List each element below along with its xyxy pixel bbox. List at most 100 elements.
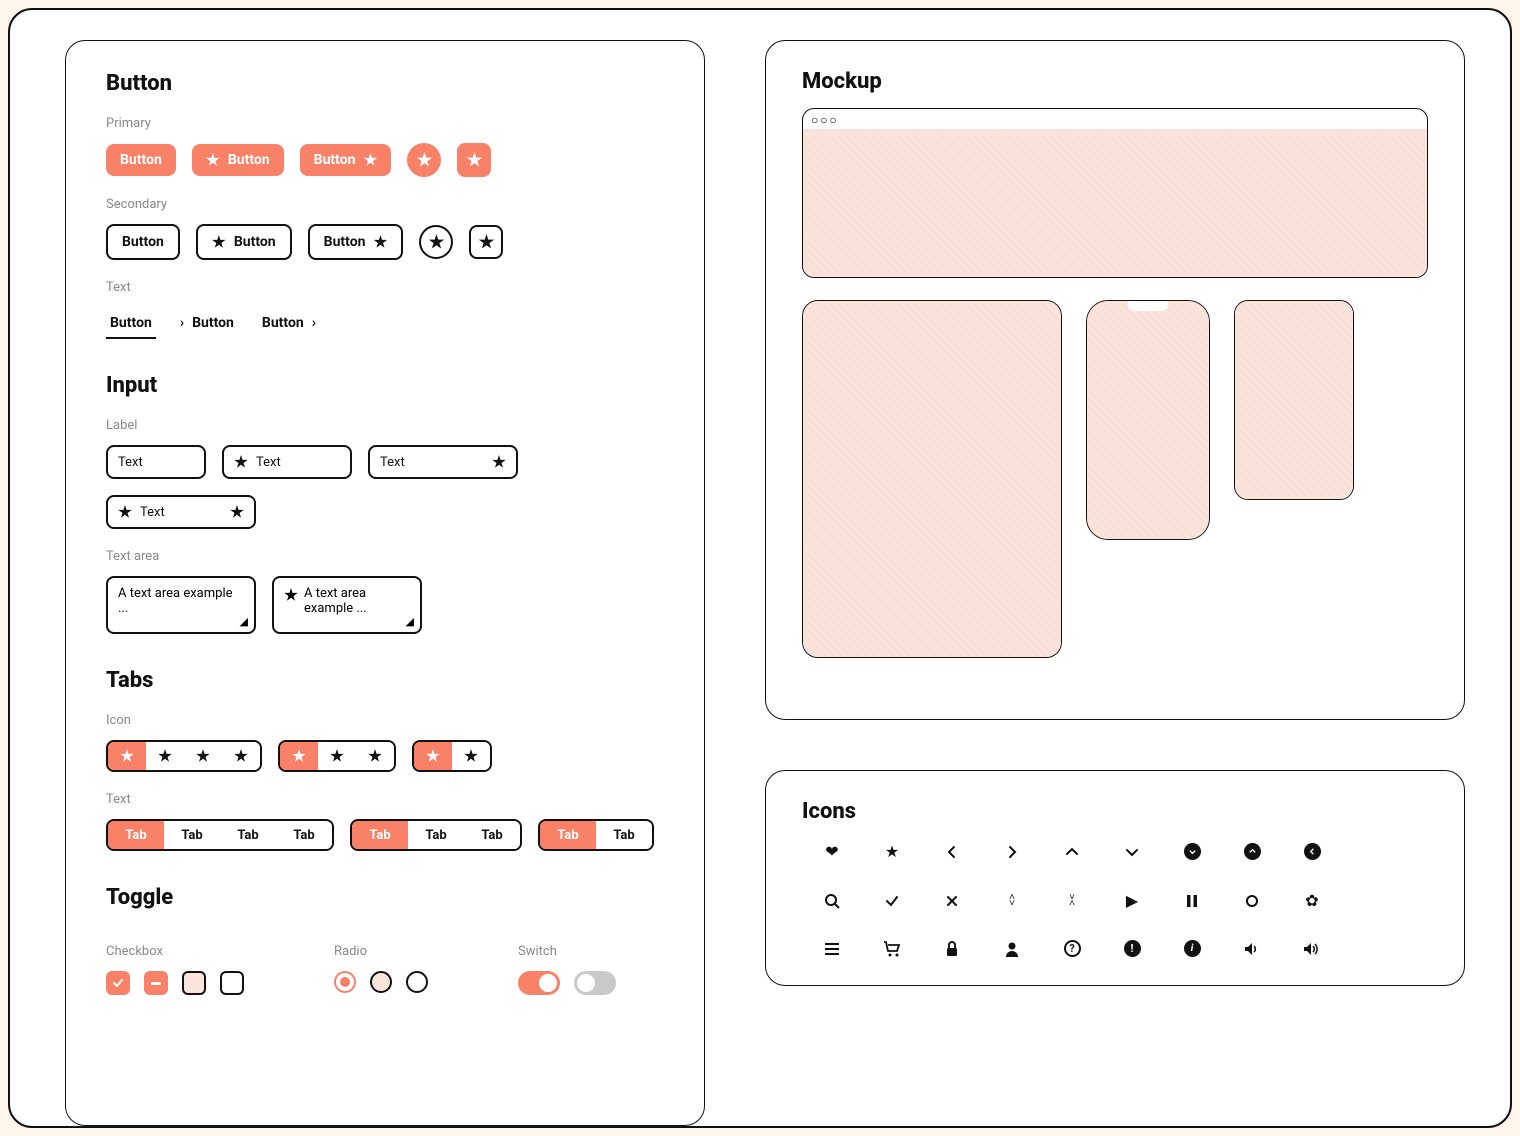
button-label: Button xyxy=(234,234,276,250)
button-label: Button xyxy=(122,234,164,250)
right-column: Mockup ○○○ Icons ❤ ★ xyxy=(765,40,1465,1126)
star-icon xyxy=(363,153,377,167)
star-icon xyxy=(466,152,482,168)
text-tabs-3: Tab Tab Tab xyxy=(350,819,522,851)
tab-text[interactable]: Tab xyxy=(596,821,652,849)
primary-label: Primary xyxy=(106,116,664,131)
toggle-section-title: Toggle xyxy=(106,885,664,910)
text-input-icon-both[interactable]: Text xyxy=(106,495,256,529)
secondary-button[interactable]: Button xyxy=(106,224,180,260)
tab-icon-active[interactable] xyxy=(414,742,452,770)
button-label: Button xyxy=(262,315,304,331)
radio-dot-icon xyxy=(340,977,350,987)
star-icon xyxy=(158,749,172,763)
tab-icon[interactable] xyxy=(184,742,222,770)
input-value: Text xyxy=(140,505,165,520)
browser-traffic-lights-icon: ○○○ xyxy=(803,109,1427,129)
star-icon xyxy=(492,455,506,469)
tab-label: Tab xyxy=(425,828,446,843)
tab-label: Tab xyxy=(369,828,390,843)
tab-text-active[interactable]: Tab xyxy=(108,821,164,849)
switch-on[interactable] xyxy=(518,971,560,995)
tab-text[interactable]: Tab xyxy=(220,821,276,849)
gear-icon: ✿ xyxy=(1282,891,1342,910)
tab-icon[interactable] xyxy=(452,742,490,770)
record-icon xyxy=(1222,891,1282,910)
tab-text[interactable]: Tab xyxy=(276,821,332,849)
tab-icon[interactable] xyxy=(146,742,184,770)
switch-knob xyxy=(577,974,595,992)
textarea-with-icon[interactable]: A text area example ... ◢ xyxy=(272,576,422,634)
primary-icon-button-circle[interactable] xyxy=(407,143,441,177)
star-icon xyxy=(234,749,248,763)
text-input-icon-right[interactable]: Text xyxy=(368,445,518,479)
radio-selected[interactable] xyxy=(334,971,356,993)
tab-label: Tab xyxy=(125,828,146,843)
radio-label: Radio xyxy=(334,944,428,959)
button-label: Button xyxy=(228,152,270,168)
icon-tabs-4 xyxy=(106,740,262,772)
star-icon xyxy=(373,235,387,249)
secondary-button-icon-right[interactable]: Button xyxy=(308,224,404,260)
textarea-label: Text area xyxy=(106,549,664,564)
star-icon xyxy=(196,749,210,763)
tab-label: Tab xyxy=(237,828,258,843)
button-label: Button xyxy=(120,152,162,168)
secondary-button-icon-left[interactable]: Button xyxy=(196,224,292,260)
volume-icon xyxy=(1222,940,1282,957)
circle-chevron-up-icon xyxy=(1222,842,1282,861)
tab-label: Tab xyxy=(293,828,314,843)
secondary-icon-button-circle[interactable] xyxy=(419,225,453,259)
tab-icon[interactable] xyxy=(356,742,394,770)
secondary-icon-button-square[interactable] xyxy=(469,225,503,259)
text-input-icon-left[interactable]: Text xyxy=(222,445,352,479)
user-icon xyxy=(982,940,1042,957)
tab-text[interactable]: Tab xyxy=(464,821,520,849)
text-button-label: Text xyxy=(106,280,664,295)
checkbox-checked[interactable] xyxy=(106,971,130,995)
input-section-title: Input xyxy=(106,373,664,398)
primary-button[interactable]: Button xyxy=(106,144,176,176)
text-button-icon-left[interactable]: ›Button xyxy=(176,307,238,339)
switch-off[interactable] xyxy=(574,971,616,995)
tab-icon[interactable] xyxy=(222,742,260,770)
text-input[interactable]: Text xyxy=(106,445,206,479)
text-button-icon-right[interactable]: Button› xyxy=(258,307,320,339)
chevron-up-icon xyxy=(1042,842,1102,861)
phone-notch-icon xyxy=(1128,301,1168,311)
checkbox-label: Checkbox xyxy=(106,944,244,959)
radio-unselected[interactable] xyxy=(406,971,428,993)
checkbox-unchecked[interactable] xyxy=(220,971,244,995)
star-icon xyxy=(206,153,220,167)
tab-text-active[interactable]: Tab xyxy=(352,821,408,849)
checkbox-indeterminate[interactable] xyxy=(144,971,168,995)
tab-icon-active[interactable] xyxy=(280,742,318,770)
star-icon: ★ xyxy=(862,842,922,861)
text-button[interactable]: Button xyxy=(106,307,156,339)
icon-tabs-2 xyxy=(412,740,492,772)
star-icon xyxy=(230,505,244,519)
input-value: Text xyxy=(256,455,281,470)
chevron-down-icon xyxy=(1102,842,1162,861)
tab-label: Tab xyxy=(557,828,578,843)
textarea[interactable]: A text area example ... ◢ xyxy=(106,576,256,634)
star-icon xyxy=(292,749,306,763)
tab-text-active[interactable]: Tab xyxy=(540,821,596,849)
design-system-canvas: Button Primary Button Button Button Seco… xyxy=(8,8,1512,1128)
check-icon xyxy=(862,891,922,910)
radio-tinted[interactable] xyxy=(370,971,392,993)
tab-text[interactable]: Tab xyxy=(408,821,464,849)
checkbox-tinted[interactable] xyxy=(182,971,206,995)
tab-text[interactable]: Tab xyxy=(164,821,220,849)
expand-vertical-icon: ˄˅ xyxy=(982,891,1042,910)
primary-button-icon-right[interactable]: Button xyxy=(300,144,392,176)
primary-button-icon-left[interactable]: Button xyxy=(192,144,284,176)
primary-icon-button-square[interactable] xyxy=(457,143,491,177)
mock-content xyxy=(803,301,1061,657)
tab-icon-active[interactable] xyxy=(108,742,146,770)
info-icon: i xyxy=(1162,940,1222,957)
browser-mockup: ○○○ xyxy=(802,108,1428,278)
star-icon xyxy=(416,152,432,168)
tab-icon[interactable] xyxy=(318,742,356,770)
tabs-icon-label: Icon xyxy=(106,713,664,728)
